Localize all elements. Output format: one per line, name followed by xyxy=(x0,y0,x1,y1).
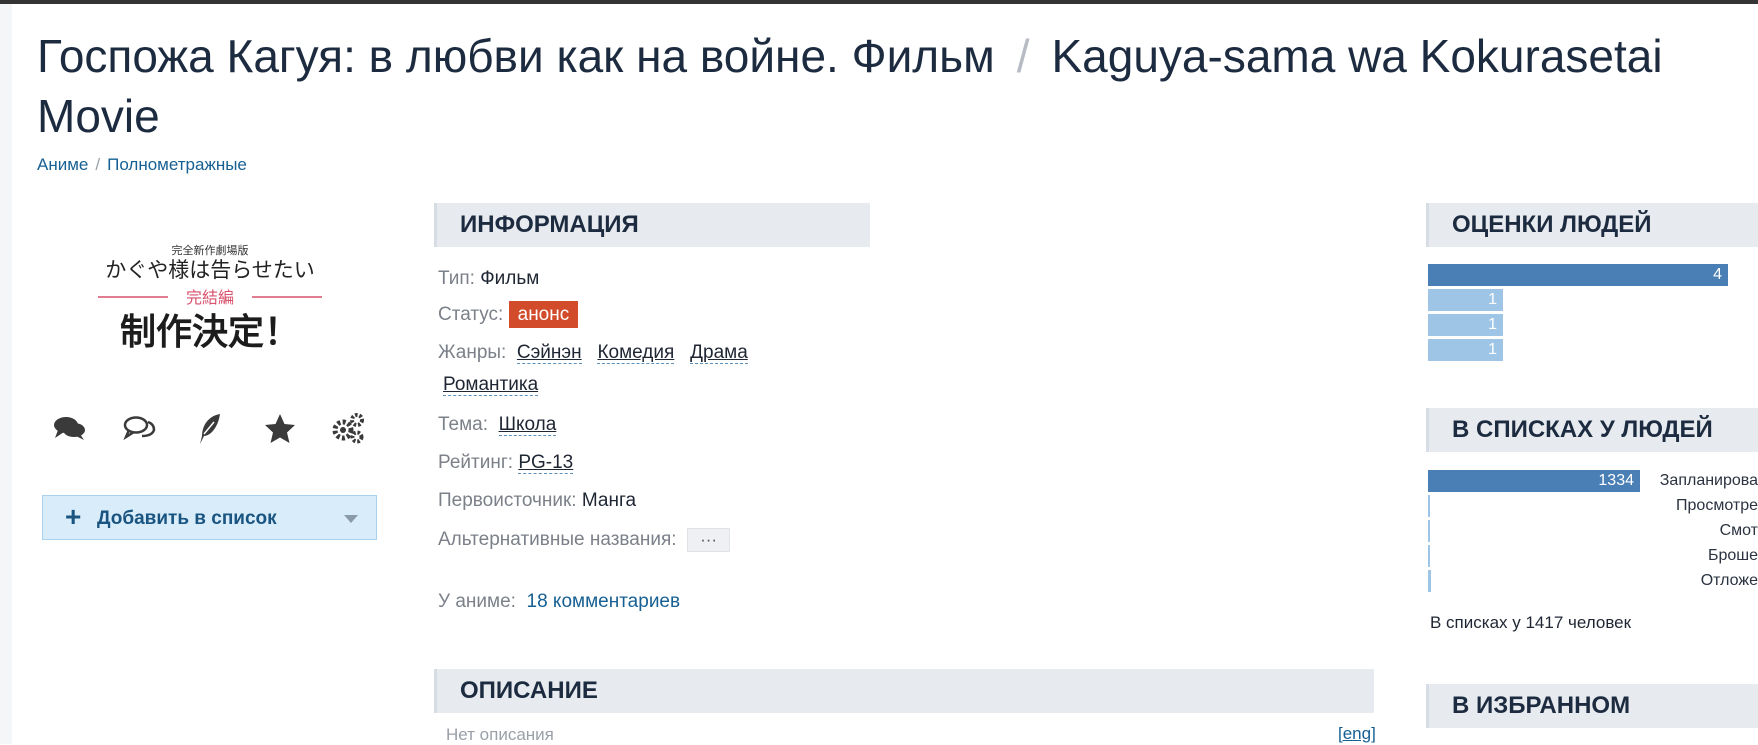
list-bar-count: 1334 xyxy=(1598,472,1634,489)
list-bar xyxy=(1428,545,1430,567)
rating-bar-count: 4 xyxy=(1713,266,1722,283)
title-separator: / xyxy=(1016,30,1030,82)
info-comments: У аниме: 18 комментариев xyxy=(438,591,680,613)
rating-bar-count: 1 xyxy=(1488,291,1497,308)
title-ru: Госпожа Кагуя: в любви как на войне. Фил… xyxy=(37,30,995,82)
list-status-label: Отложе xyxy=(1700,572,1758,589)
breadcrumb-separator: / xyxy=(95,155,101,174)
info-theme: Тема: Школа xyxy=(438,414,557,436)
info-alt-names: Альтернативные названия: ··· xyxy=(438,528,731,552)
discussion-icon[interactable] xyxy=(122,410,158,446)
status-label: Статус: xyxy=(438,304,504,325)
favorite-star-icon[interactable] xyxy=(262,410,298,446)
list-bar xyxy=(1428,520,1430,542)
theme-label: Тема: xyxy=(438,414,489,435)
rating-label: Рейтинг: xyxy=(438,452,514,473)
info-genres: Жанры: Сэйнэн Комедия Драма xyxy=(438,342,748,364)
chevron-down-icon[interactable] xyxy=(344,515,358,523)
lists-heading: В СПИСКАХ У ЛЮДЕЙ xyxy=(1426,408,1758,452)
genre-link[interactable]: Комедия xyxy=(597,342,675,364)
list-bar xyxy=(1428,495,1430,517)
anime-comments-label: У аниме: xyxy=(438,591,516,612)
ratings-heading: ОЦЕНКИ ЛЮДЕЙ xyxy=(1426,203,1758,247)
comments-icon[interactable] xyxy=(52,410,88,446)
breadcrumb: Аниме / Полнометражные xyxy=(37,155,247,175)
lists-total: В списках у 1417 человек xyxy=(1430,613,1632,632)
status-badge: анонс xyxy=(508,301,579,328)
source-value: Манга xyxy=(581,490,637,511)
alt-names-expand-button[interactable]: ··· xyxy=(687,528,731,552)
action-icons xyxy=(52,410,382,450)
source-label: Первоисточник: xyxy=(438,490,577,511)
info-rating: Рейтинг: PG-13 xyxy=(438,452,574,474)
genre-link[interactable]: Романтика xyxy=(443,374,539,396)
window-top-bar xyxy=(0,0,1758,4)
theme-link[interactable]: Школа xyxy=(498,414,557,436)
genre-link[interactable]: Драма xyxy=(690,342,748,364)
info-status: Статус: анонс xyxy=(438,301,579,328)
alt-names-label: Альтернативные названия: xyxy=(438,529,677,550)
list-status-label: Запланирова xyxy=(1659,472,1758,489)
list-status-label: Просмотре xyxy=(1676,497,1758,514)
info-source: Первоисточник: Манга xyxy=(438,490,636,512)
breadcrumb-full-length[interactable]: Полнометражные xyxy=(107,155,247,174)
list-status-label: Броше xyxy=(1707,547,1758,564)
title-en-line2: Movie xyxy=(37,90,160,142)
poster-line3: 完結編 xyxy=(186,288,234,307)
review-feather-icon[interactable] xyxy=(192,410,228,446)
add-to-list-label: Добавить в список xyxy=(97,508,277,529)
poster-image[interactable]: 完全新作劇場版 かぐや様は告らせたい 完結編 制作決定！ xyxy=(80,232,340,362)
info-genres-cont: Романтика xyxy=(443,374,539,396)
info-type: Тип: Фильм xyxy=(438,268,539,290)
type-label: Тип: xyxy=(438,268,475,289)
rating-link[interactable]: PG-13 xyxy=(518,452,574,474)
genres-label: Жанры: xyxy=(438,342,507,363)
poster-line4: 制作決定！ xyxy=(120,311,300,353)
rating-bar-count: 1 xyxy=(1488,341,1497,358)
page-title: Госпожа Кагуя: в любви как на войне. Фил… xyxy=(37,26,1737,146)
settings-gears-icon[interactable] xyxy=(330,410,366,446)
type-value: Фильм xyxy=(480,268,540,289)
comments-link[interactable]: 18 комментариев xyxy=(527,591,681,612)
poster-line2: かぐや様は告らせたい xyxy=(105,258,315,282)
favorites-heading: В ИЗБРАННОМ xyxy=(1426,684,1758,728)
breadcrumb-anime[interactable]: Аниме xyxy=(37,155,88,174)
add-to-list-button[interactable]: + Добавить в список xyxy=(42,495,377,540)
title-en-line1: Kaguya-sama wa Kokurasetai xyxy=(1051,30,1663,82)
description-empty-text: Нет описания xyxy=(446,725,554,744)
rating-bar-count: 1 xyxy=(1488,316,1497,333)
list-bar xyxy=(1428,570,1431,592)
info-heading: ИНФОРМАЦИЯ xyxy=(434,203,870,247)
list-status-label: Смот xyxy=(1719,522,1758,539)
poster-line1: 完全新作劇場版 xyxy=(172,243,249,257)
plus-icon: + xyxy=(65,501,82,532)
description-heading: ОПИСАНИЕ xyxy=(434,669,1374,713)
genre-link[interactable]: Сэйнэн xyxy=(516,342,582,364)
left-edge-strip xyxy=(0,4,12,744)
description-lang-link[interactable]: [eng] xyxy=(1338,724,1376,744)
